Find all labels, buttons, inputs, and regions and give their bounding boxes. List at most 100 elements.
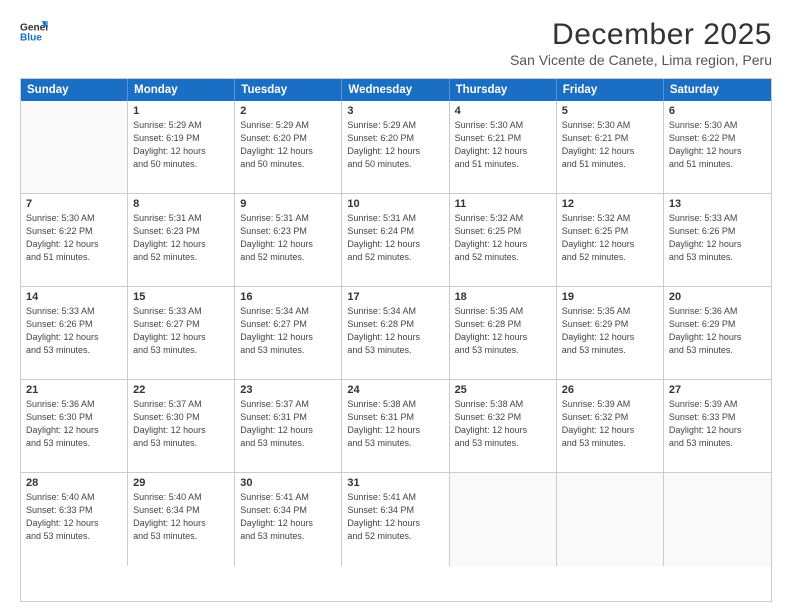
day-info: Sunrise: 5:29 AM Sunset: 6:20 PM Dayligh… [240, 119, 336, 171]
day-number: 5 [562, 105, 658, 117]
day-info: Sunrise: 5:35 AM Sunset: 6:28 PM Dayligh… [455, 305, 551, 357]
logo: General Blue [20, 18, 48, 46]
day-info: Sunrise: 5:29 AM Sunset: 6:20 PM Dayligh… [347, 119, 443, 171]
header-day-tuesday: Tuesday [235, 79, 342, 101]
day-number: 15 [133, 291, 229, 303]
day-number: 27 [669, 384, 766, 396]
day-number: 25 [455, 384, 551, 396]
calendar-cell: 19 Sunrise: 5:35 AM Sunset: 6:29 PM Dayli… [557, 287, 664, 379]
day-number: 28 [26, 477, 122, 489]
page: General Blue December 2025 San Vicente d… [0, 0, 792, 612]
day-info: Sunrise: 5:33 AM Sunset: 6:26 PM Dayligh… [669, 212, 766, 264]
day-info: Sunrise: 5:41 AM Sunset: 6:34 PM Dayligh… [240, 491, 336, 543]
header-day-saturday: Saturday [664, 79, 771, 101]
day-number: 13 [669, 198, 766, 210]
calendar-cell: 27 Sunrise: 5:39 AM Sunset: 6:33 PM Dayli… [664, 380, 771, 472]
calendar-cell: 28 Sunrise: 5:40 AM Sunset: 6:33 PM Dayli… [21, 473, 128, 566]
calendar-cell [21, 101, 128, 193]
day-number: 1 [133, 105, 229, 117]
day-number: 6 [669, 105, 766, 117]
day-number: 29 [133, 477, 229, 489]
day-info: Sunrise: 5:38 AM Sunset: 6:32 PM Dayligh… [455, 398, 551, 450]
calendar-cell: 15 Sunrise: 5:33 AM Sunset: 6:27 PM Dayli… [128, 287, 235, 379]
day-number: 9 [240, 198, 336, 210]
day-number: 2 [240, 105, 336, 117]
day-number: 18 [455, 291, 551, 303]
calendar-cell: 23 Sunrise: 5:37 AM Sunset: 6:31 PM Dayli… [235, 380, 342, 472]
day-number: 26 [562, 384, 658, 396]
week-row-2: 7 Sunrise: 5:30 AM Sunset: 6:22 PM Daylig… [21, 194, 771, 287]
day-info: Sunrise: 5:40 AM Sunset: 6:34 PM Dayligh… [133, 491, 229, 543]
day-info: Sunrise: 5:33 AM Sunset: 6:26 PM Dayligh… [26, 305, 122, 357]
day-info: Sunrise: 5:40 AM Sunset: 6:33 PM Dayligh… [26, 491, 122, 543]
calendar-cell [664, 473, 771, 566]
calendar-cell: 3 Sunrise: 5:29 AM Sunset: 6:20 PM Daylig… [342, 101, 449, 193]
week-row-3: 14 Sunrise: 5:33 AM Sunset: 6:26 PM Dayli… [21, 287, 771, 380]
day-info: Sunrise: 5:34 AM Sunset: 6:27 PM Dayligh… [240, 305, 336, 357]
day-number: 3 [347, 105, 443, 117]
day-info: Sunrise: 5:31 AM Sunset: 6:24 PM Dayligh… [347, 212, 443, 264]
header-day-thursday: Thursday [450, 79, 557, 101]
calendar-cell: 8Sunrise: 5:31 AM Sunset: 6:23 PM Daylig… [128, 194, 235, 286]
subtitle: San Vicente de Canete, Lima region, Peru [510, 52, 772, 68]
header: General Blue December 2025 San Vicente d… [20, 18, 772, 68]
week-row-5: 28 Sunrise: 5:40 AM Sunset: 6:33 PM Dayli… [21, 473, 771, 566]
day-number: 14 [26, 291, 122, 303]
day-info: Sunrise: 5:41 AM Sunset: 6:34 PM Dayligh… [347, 491, 443, 543]
day-info: Sunrise: 5:38 AM Sunset: 6:31 PM Dayligh… [347, 398, 443, 450]
day-number: 10 [347, 198, 443, 210]
day-number: 17 [347, 291, 443, 303]
day-info: Sunrise: 5:39 AM Sunset: 6:32 PM Dayligh… [562, 398, 658, 450]
day-info: Sunrise: 5:32 AM Sunset: 6:25 PM Dayligh… [562, 212, 658, 264]
day-number: 7 [26, 198, 122, 210]
calendar-cell [557, 473, 664, 566]
logo-icon: General Blue [20, 18, 48, 46]
day-number: 30 [240, 477, 336, 489]
calendar-cell: 9 Sunrise: 5:31 AM Sunset: 6:23 PM Daylig… [235, 194, 342, 286]
day-info: Sunrise: 5:36 AM Sunset: 6:29 PM Dayligh… [669, 305, 766, 357]
day-number: 20 [669, 291, 766, 303]
day-info: Sunrise: 5:30 AM Sunset: 6:21 PM Dayligh… [455, 119, 551, 171]
day-number: 24 [347, 384, 443, 396]
calendar-cell: 26 Sunrise: 5:39 AM Sunset: 6:32 PM Dayli… [557, 380, 664, 472]
calendar-cell: 21Sunrise: 5:36 AM Sunset: 6:30 PM Dayli… [21, 380, 128, 472]
calendar-cell: 1Sunrise: 5:29 AM Sunset: 6:19 PM Daylig… [128, 101, 235, 193]
calendar-cell: 31Sunrise: 5:41 AM Sunset: 6:34 PM Dayli… [342, 473, 449, 566]
calendar-cell [450, 473, 557, 566]
title-block: December 2025 San Vicente de Canete, Lim… [510, 18, 772, 68]
svg-text:Blue: Blue [20, 33, 42, 44]
week-row-4: 21Sunrise: 5:36 AM Sunset: 6:30 PM Dayli… [21, 380, 771, 473]
day-info: Sunrise: 5:31 AM Sunset: 6:23 PM Dayligh… [240, 212, 336, 264]
calendar-cell: 2 Sunrise: 5:29 AM Sunset: 6:20 PM Daylig… [235, 101, 342, 193]
calendar-cell: 20 Sunrise: 5:36 AM Sunset: 6:29 PM Dayli… [664, 287, 771, 379]
day-info: Sunrise: 5:30 AM Sunset: 6:22 PM Dayligh… [26, 212, 122, 264]
header-day-friday: Friday [557, 79, 664, 101]
day-info: Sunrise: 5:39 AM Sunset: 6:33 PM Dayligh… [669, 398, 766, 450]
calendar-cell: 12 Sunrise: 5:32 AM Sunset: 6:25 PM Dayli… [557, 194, 664, 286]
calendar-cell: 29 Sunrise: 5:40 AM Sunset: 6:34 PM Dayli… [128, 473, 235, 566]
calendar-cell: 11Sunrise: 5:32 AM Sunset: 6:25 PM Dayli… [450, 194, 557, 286]
day-info: Sunrise: 5:37 AM Sunset: 6:31 PM Dayligh… [240, 398, 336, 450]
day-number: 23 [240, 384, 336, 396]
day-info: Sunrise: 5:34 AM Sunset: 6:28 PM Dayligh… [347, 305, 443, 357]
calendar-cell: 7 Sunrise: 5:30 AM Sunset: 6:22 PM Daylig… [21, 194, 128, 286]
header-day-monday: Monday [128, 79, 235, 101]
day-number: 8 [133, 198, 229, 210]
calendar-cell: 5Sunrise: 5:30 AM Sunset: 6:21 PM Daylig… [557, 101, 664, 193]
day-number: 4 [455, 105, 551, 117]
day-info: Sunrise: 5:33 AM Sunset: 6:27 PM Dayligh… [133, 305, 229, 357]
day-number: 19 [562, 291, 658, 303]
calendar-header: SundayMondayTuesdayWednesdayThursdayFrid… [21, 79, 771, 101]
week-row-1: 1Sunrise: 5:29 AM Sunset: 6:19 PM Daylig… [21, 101, 771, 194]
day-number: 12 [562, 198, 658, 210]
main-title: December 2025 [510, 18, 772, 52]
calendar-cell: 18 Sunrise: 5:35 AM Sunset: 6:28 PM Dayli… [450, 287, 557, 379]
calendar-cell: 6Sunrise: 5:30 AM Sunset: 6:22 PM Daylig… [664, 101, 771, 193]
header-day-sunday: Sunday [21, 79, 128, 101]
calendar-cell: 25 Sunrise: 5:38 AM Sunset: 6:32 PM Dayli… [450, 380, 557, 472]
day-number: 16 [240, 291, 336, 303]
day-info: Sunrise: 5:32 AM Sunset: 6:25 PM Dayligh… [455, 212, 551, 264]
calendar-cell: 16 Sunrise: 5:34 AM Sunset: 6:27 PM Dayli… [235, 287, 342, 379]
calendar-body: 1Sunrise: 5:29 AM Sunset: 6:19 PM Daylig… [21, 101, 771, 566]
day-info: Sunrise: 5:35 AM Sunset: 6:29 PM Dayligh… [562, 305, 658, 357]
